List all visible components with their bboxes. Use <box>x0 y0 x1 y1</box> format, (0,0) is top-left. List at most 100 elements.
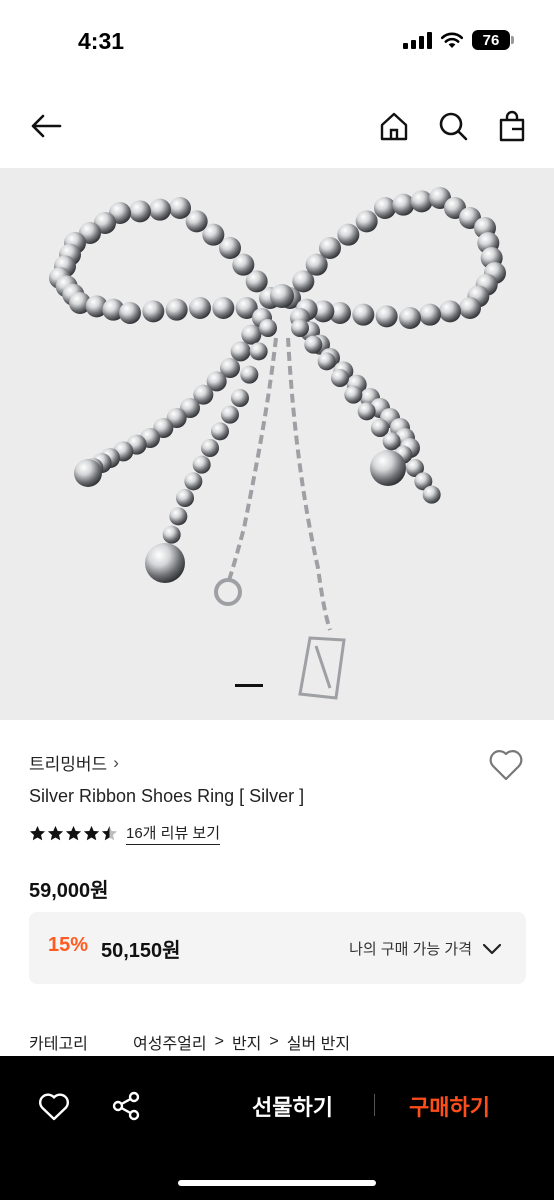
bottom-action-bar: 선물하기 구매하기 <box>0 1056 554 1200</box>
bead-shape <box>259 319 277 337</box>
review-link[interactable]: 16개 리뷰 보기 <box>126 822 221 845</box>
battery-indicator: 76 <box>472 30 514 50</box>
bead-shape <box>165 298 188 321</box>
search-button[interactable] <box>431 104 475 148</box>
star-icon <box>47 825 64 841</box>
wifi-icon <box>440 32 464 48</box>
chevron-down-icon <box>482 943 502 954</box>
star-icon <box>101 825 118 841</box>
bead-shape <box>192 455 211 474</box>
gallery-pager-indicator <box>235 684 263 687</box>
share-button[interactable] <box>110 1090 142 1122</box>
bead-shape <box>169 507 188 526</box>
bead-shape <box>241 324 262 345</box>
top-navigation <box>0 96 554 156</box>
product-image <box>49 187 506 700</box>
bead-shape <box>176 489 194 507</box>
star-icon <box>65 825 82 841</box>
bead-shape <box>344 385 363 404</box>
back-button[interactable] <box>24 104 68 148</box>
divider <box>374 1094 375 1116</box>
bead-shape <box>119 302 141 324</box>
brand-name: 트리밍버드 <box>29 755 108 774</box>
bead-shape <box>291 319 309 337</box>
bead-shape <box>355 210 378 233</box>
bead-shape <box>145 543 185 583</box>
bead-shape <box>331 369 349 387</box>
home-indicator <box>178 1180 376 1186</box>
category-item[interactable]: 반지 <box>232 1030 261 1054</box>
bead-shape <box>230 341 251 362</box>
bead-shape <box>162 525 181 544</box>
wishlist-button[interactable] <box>488 748 524 782</box>
bead-shape <box>319 237 341 259</box>
bead-shape <box>337 223 360 246</box>
bead-shape <box>422 485 441 504</box>
bead-shape <box>374 197 396 219</box>
bead-shape <box>211 422 229 441</box>
arrow-left-icon <box>31 114 62 138</box>
bead-shape <box>142 300 165 323</box>
bead-shape <box>149 198 171 221</box>
home-button[interactable] <box>372 104 416 148</box>
bead-shape <box>392 193 415 216</box>
buy-button[interactable]: 구매하기 <box>409 1090 490 1122</box>
category-item[interactable]: 여성주얼리 <box>133 1030 207 1054</box>
status-bar: 4:31 76 <box>0 0 554 84</box>
bead-shape <box>212 297 235 319</box>
breadcrumb-separator: > <box>269 1033 279 1050</box>
original-price: 59,000원 <box>29 880 109 902</box>
rating-row: 16개 리뷰 보기 <box>29 822 221 845</box>
category-item[interactable]: 실버 반지 <box>287 1030 350 1054</box>
my-price-label: 나의 구매 가능 가격 <box>349 941 472 958</box>
bead-shape <box>74 459 102 487</box>
bead-shape <box>169 197 191 219</box>
status-time: 4:31 <box>78 28 125 54</box>
cellular-signal-icon <box>403 31 432 49</box>
bead-shape <box>357 402 376 421</box>
bead-shape <box>459 297 481 319</box>
heart-icon <box>39 1093 69 1121</box>
bead-shape <box>240 365 259 384</box>
star-rating <box>29 825 118 842</box>
home-icon <box>380 112 408 141</box>
bead-shape <box>129 200 151 223</box>
brand-link[interactable]: 트리밍버드 › <box>29 750 119 775</box>
bead-shape <box>370 450 406 486</box>
shopping-bag-icon <box>499 110 525 142</box>
category-breadcrumb: 여성주얼리 > 반지 > 실버 반지 <box>133 1030 350 1054</box>
bead-shape <box>189 297 211 319</box>
status-indicators: 76 <box>403 30 514 50</box>
bead-shape <box>249 342 268 361</box>
star-icon <box>83 825 100 841</box>
my-price-toggle[interactable]: 나의 구매 가능 가격 <box>349 938 502 959</box>
bead-shape <box>317 352 336 371</box>
product-title: Silver Ribbon Shoes Ring [ Silver ] <box>29 786 305 806</box>
bead-shape <box>221 405 239 424</box>
bead-shape <box>399 307 421 329</box>
bead-shape <box>184 472 203 491</box>
category-row: 카테고리 여성주얼리 > 반지 > 실버 반지 <box>29 1030 350 1054</box>
gift-button[interactable]: 선물하기 <box>252 1090 333 1122</box>
discount-price: 50,150원 <box>101 940 181 962</box>
heart-icon <box>489 750 523 781</box>
search-icon <box>439 112 468 141</box>
breadcrumb-separator: > <box>214 1033 224 1050</box>
category-label: 카테고리 <box>29 1036 88 1053</box>
bead-shape <box>439 300 461 323</box>
bead-shape <box>410 190 433 213</box>
star-icon <box>29 825 46 841</box>
bead-shape <box>231 389 249 407</box>
share-icon <box>112 1091 140 1121</box>
bead-shape <box>352 303 375 326</box>
bead-shape <box>201 439 219 457</box>
bead-shape <box>419 303 441 326</box>
bottom-wishlist-button[interactable] <box>38 1092 70 1124</box>
chevron-right-icon: › <box>113 752 119 772</box>
product-image-gallery[interactable] <box>0 168 554 720</box>
bead-shape <box>375 305 398 328</box>
discount-box: 15% 50,150원 나의 구매 가능 가격 <box>29 912 526 984</box>
discount-rate: 15% <box>48 934 89 956</box>
cart-button[interactable] <box>490 104 534 148</box>
bead-shape <box>304 335 323 354</box>
